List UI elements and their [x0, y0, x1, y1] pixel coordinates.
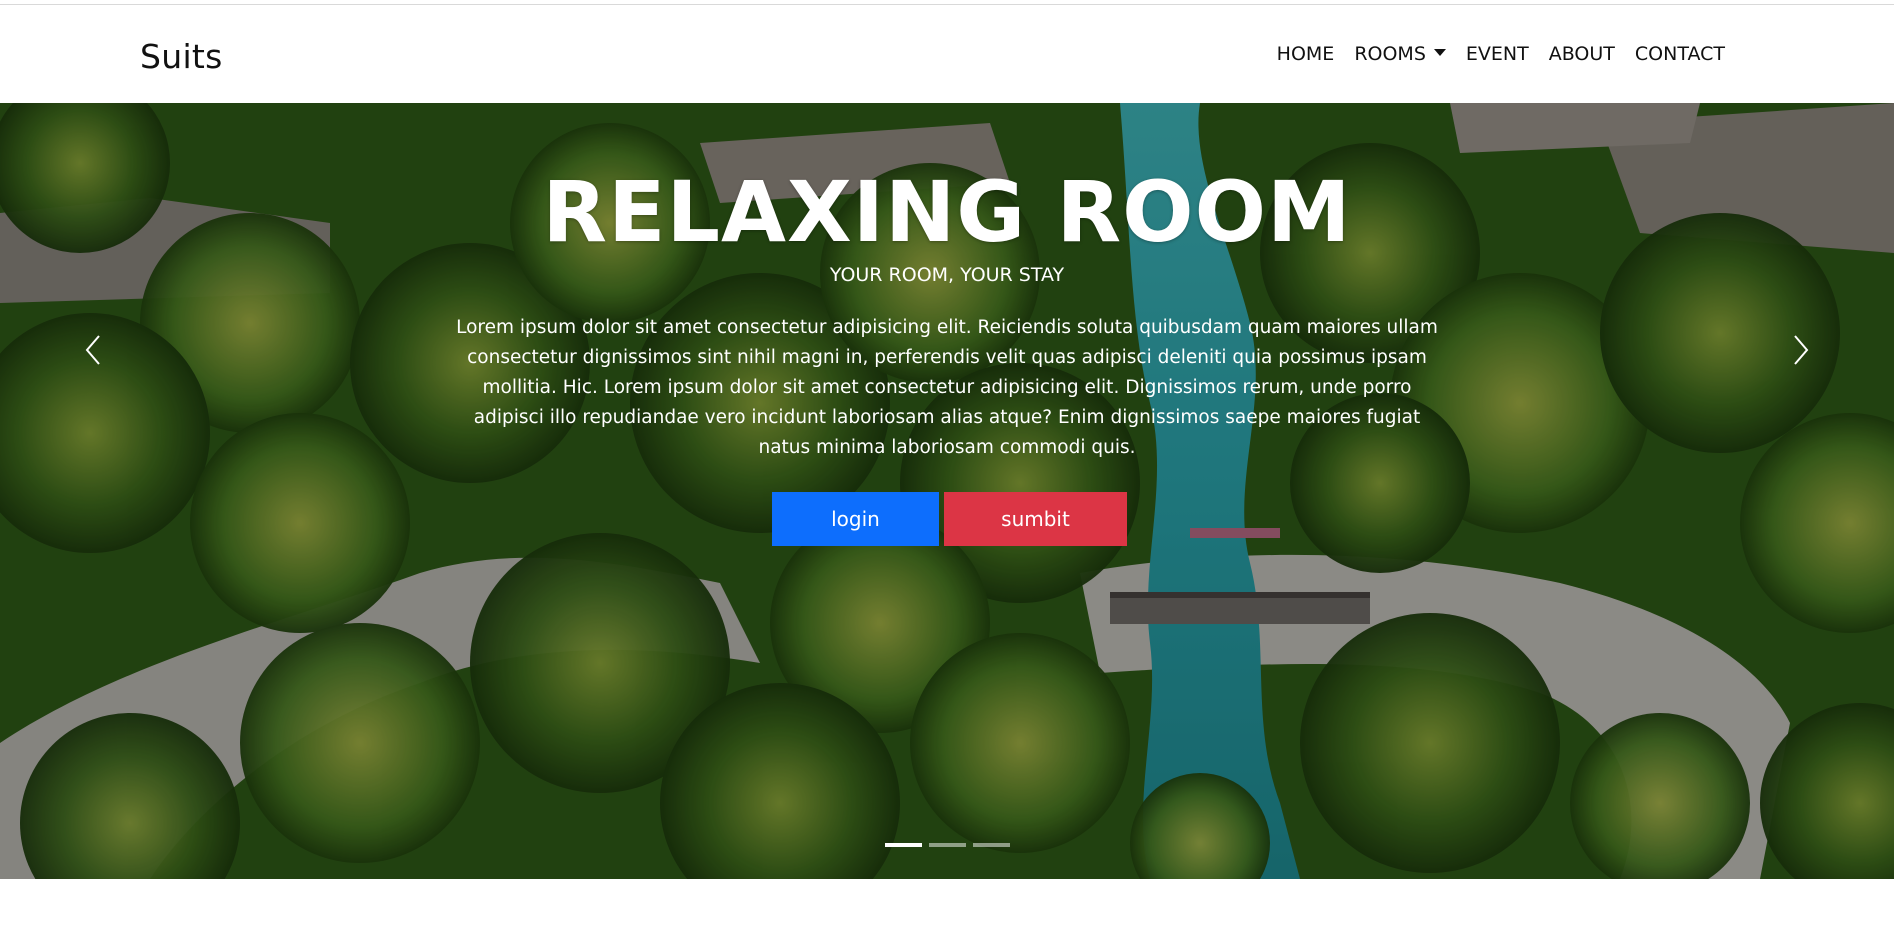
- nav-item-label: ABOUT: [1548, 43, 1615, 65]
- nav-item-about[interactable]: ABOUT: [1539, 43, 1625, 65]
- hero-title: RELAXING ROOM: [542, 163, 1352, 261]
- chevron-left-icon: [85, 335, 100, 365]
- brand-logo[interactable]: Suits: [140, 37, 223, 76]
- nav-item-event[interactable]: EVENT: [1456, 43, 1539, 65]
- carousel-prev-button[interactable]: [75, 330, 115, 370]
- carousel-indicator-1[interactable]: [884, 843, 922, 847]
- nav-menu: HOME ROOMS EVENT ABOUT CONTACT: [1267, 43, 1735, 65]
- submit-button[interactable]: sumbit: [944, 492, 1127, 546]
- hero-carousel: RELAXING ROOM YOUR ROOM, YOUR STAY Lorem…: [0, 103, 1894, 879]
- login-button[interactable]: login: [772, 492, 939, 546]
- carousel-indicators: [0, 843, 1894, 847]
- nav-item-label: EVENT: [1465, 43, 1529, 65]
- hero-subtitle: YOUR ROOM, YOUR STAY: [829, 264, 1065, 286]
- carousel-indicator-3[interactable]: [972, 843, 1010, 847]
- nav-item-contact[interactable]: CONTACT: [1625, 43, 1735, 65]
- carousel-indicator-2[interactable]: [928, 843, 966, 847]
- nav-item-label: CONTACT: [1634, 43, 1725, 65]
- navbar: Suits HOME ROOMS EVENT ABOUT CONTACT: [0, 5, 1894, 103]
- hero-buttons: login sumbit: [772, 492, 1127, 546]
- nav-item-home[interactable]: HOME: [1267, 43, 1345, 65]
- nav-item-rooms[interactable]: ROOMS: [1344, 43, 1456, 65]
- caret-down-icon: [1433, 48, 1446, 56]
- nav-item-label: HOME: [1276, 43, 1335, 65]
- nav-item-label: ROOMS: [1354, 43, 1426, 65]
- hero-description: Lorem ipsum dolor sit amet consectetur a…: [456, 317, 1438, 458]
- carousel-next-button[interactable]: [1779, 330, 1819, 370]
- chevron-right-icon: [1794, 335, 1809, 365]
